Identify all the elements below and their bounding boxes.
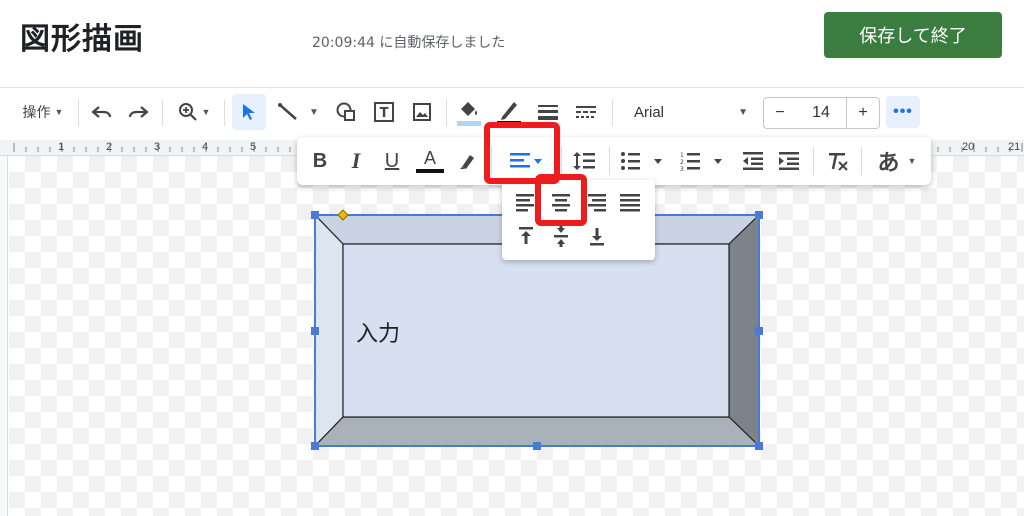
- svg-text:2: 2: [680, 159, 684, 166]
- caret-down-icon: ▼: [738, 106, 748, 118]
- redo-icon[interactable]: [124, 94, 152, 130]
- vertical-align-middle-icon[interactable]: [554, 225, 568, 247]
- underline-label: U: [384, 149, 400, 172]
- bold-button[interactable]: B: [305, 147, 335, 175]
- shape-text[interactable]: 入力: [356, 316, 400, 348]
- caret-down-icon: ▼: [201, 107, 211, 117]
- zoom-icon[interactable]: ▼: [172, 94, 216, 130]
- svg-text:3: 3: [680, 166, 684, 171]
- font-size-input[interactable]: 14: [796, 97, 846, 129]
- line-icon[interactable]: ▼: [272, 94, 324, 130]
- color-swatch: [416, 169, 444, 173]
- font-size-increase-button[interactable]: +: [846, 97, 880, 129]
- italic-button[interactable]: I: [341, 147, 371, 175]
- input-tools-label: あ: [877, 151, 900, 176]
- toolbar-divider: [78, 100, 79, 126]
- vertical-ruler: [0, 156, 8, 516]
- ruler-label: 3: [154, 141, 161, 153]
- ruler-label: 5: [250, 141, 257, 153]
- decrease-indent-icon[interactable]: [739, 147, 767, 175]
- align-right-icon[interactable]: [588, 194, 606, 212]
- toolbar-divider: [612, 100, 613, 126]
- ruler-label: 4: [202, 141, 209, 153]
- bold-label: B: [312, 149, 328, 172]
- ruler-label: 1: [58, 141, 65, 153]
- highlight-align-center-option: [535, 174, 587, 226]
- caret-down-icon: ▼: [54, 107, 64, 117]
- numbered-list-icon[interactable]: 123: [677, 147, 729, 175]
- header: 図形描画 20:09:44 に自動保存しました 保存して終了: [0, 0, 1024, 88]
- caret-down-icon: ▼: [907, 156, 917, 166]
- underline-button[interactable]: U: [377, 147, 407, 175]
- toolbar-divider: [609, 147, 610, 175]
- vertical-align-bottom-icon[interactable]: [590, 228, 604, 246]
- toolbar-divider: [224, 100, 225, 126]
- toolbar-divider: [813, 147, 814, 175]
- bulleted-list-icon[interactable]: [617, 147, 669, 175]
- text-color-button[interactable]: A: [413, 147, 447, 175]
- textbox-icon[interactable]: T: [370, 94, 398, 130]
- fill-color-icon[interactable]: [454, 94, 484, 130]
- toolbar-divider: [561, 147, 562, 175]
- toolbar-divider: [446, 100, 447, 126]
- bevel-bottom-face: [313, 416, 761, 447]
- font-name: Arial: [634, 103, 665, 121]
- svg-text:1: 1: [680, 152, 684, 159]
- ruler-label: 20: [962, 141, 975, 153]
- select-icon[interactable]: [232, 94, 266, 130]
- actions-menu[interactable]: 操作 ▼: [18, 94, 68, 130]
- ruler-label: 21: [1008, 141, 1021, 153]
- line-dash-icon[interactable]: [572, 94, 600, 130]
- bevel-right-face: [728, 213, 760, 448]
- increase-indent-icon[interactable]: [775, 147, 803, 175]
- align-justify-icon[interactable]: [620, 194, 640, 212]
- ruler-label: 2: [106, 141, 113, 153]
- caret-down-icon: ▼: [309, 106, 319, 118]
- font-size-decrease-button[interactable]: −: [763, 97, 797, 129]
- italic-label: I: [351, 148, 361, 173]
- align-left-icon[interactable]: [516, 194, 534, 212]
- line-spacing-icon[interactable]: [569, 147, 599, 175]
- text-color-label: A: [423, 148, 436, 168]
- clear-formatting-icon[interactable]: [823, 147, 853, 175]
- svg-text:T: T: [380, 106, 389, 121]
- page-title: 図形描画: [20, 22, 144, 57]
- shape-icon[interactable]: [332, 94, 360, 130]
- font-family-select[interactable]: Arial ▼: [634, 97, 752, 127]
- text-format-bar: B I U A 123 あ ▼: [297, 137, 931, 185]
- more-options-button[interactable]: •••: [886, 96, 920, 128]
- input-tools-button[interactable]: あ ▼: [871, 147, 923, 176]
- autosave-status: 20:09:44 に自動保存しました: [312, 35, 506, 51]
- toolbar-divider: [861, 147, 862, 175]
- undo-icon[interactable]: [88, 94, 116, 130]
- toolbar-divider: [162, 100, 163, 126]
- actions-label: 操作: [22, 105, 51, 121]
- bevel-center-face: [342, 243, 730, 418]
- save-and-close-button[interactable]: 保存して終了: [824, 12, 1002, 58]
- image-icon[interactable]: [408, 94, 436, 130]
- bevel-left-face: [314, 213, 344, 448]
- vertical-align-top-icon[interactable]: [519, 227, 533, 244]
- highlight-icon[interactable]: [453, 147, 483, 175]
